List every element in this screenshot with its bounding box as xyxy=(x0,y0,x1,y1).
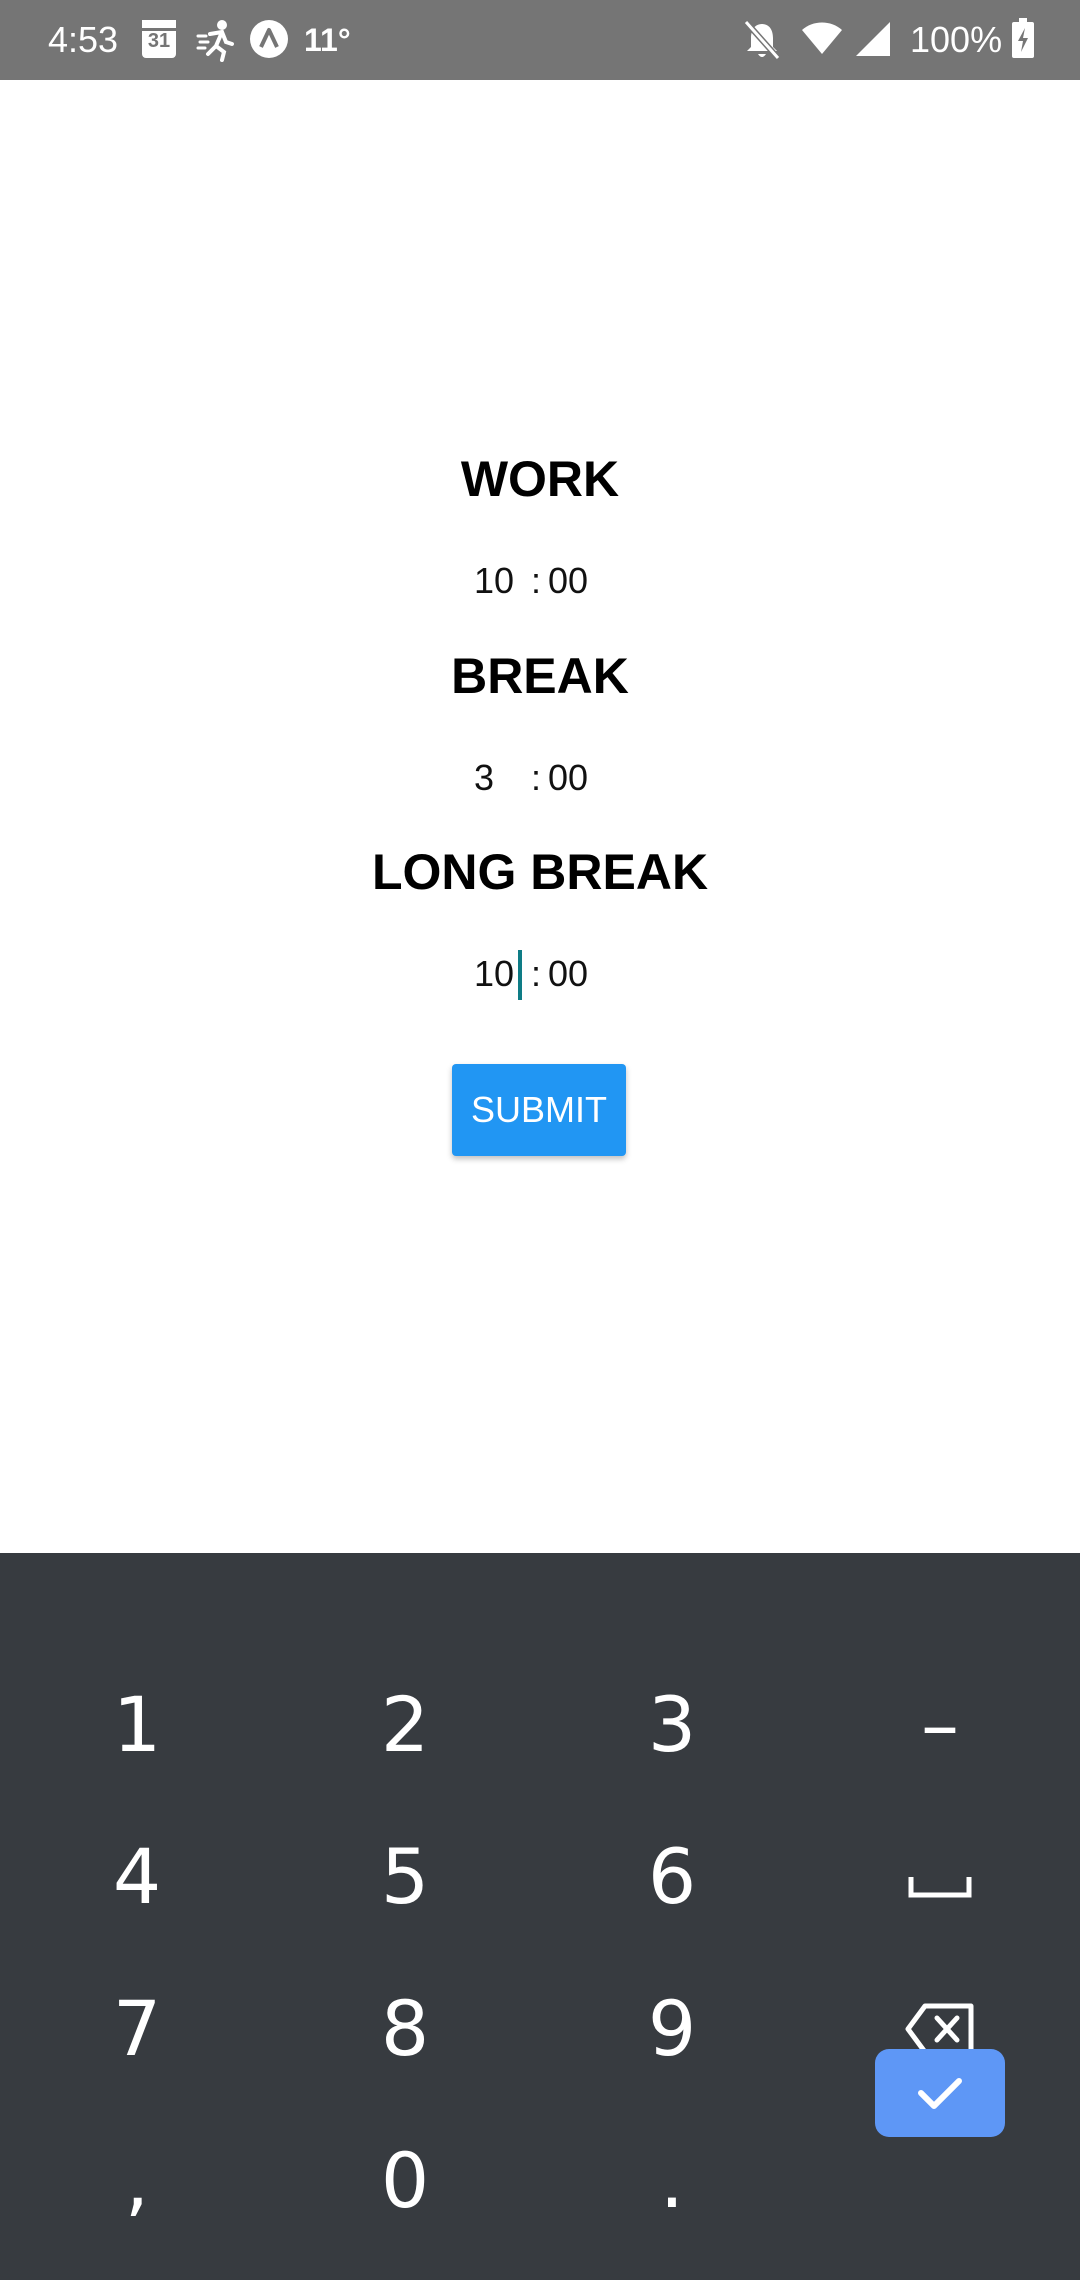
key-8[interactable]: 8 xyxy=(271,1953,539,2105)
long-break-seconds-input[interactable]: 00 xyxy=(548,944,596,1004)
key-1[interactable]: 1 xyxy=(3,1649,271,1801)
break-time-row: 3 : 00 xyxy=(0,748,1080,808)
battery-charging-icon xyxy=(1012,18,1034,58)
key-7[interactable]: 7 xyxy=(3,1953,271,2105)
running-activity-icon xyxy=(196,20,234,62)
key-2[interactable]: 2 xyxy=(271,1649,539,1801)
work-seconds-input[interactable]: 00 xyxy=(548,551,596,611)
key-4[interactable]: 4 xyxy=(3,1801,271,1953)
work-time-separator: : xyxy=(531,560,542,601)
space-key[interactable] xyxy=(806,1801,1074,1953)
status-bar: 4:53 31 11° 100% xyxy=(0,0,1080,80)
break-heading: BREAK xyxy=(451,648,629,704)
timer-settings-form: WORK 10 : 00 BREAK 3 : 00 LONG BREAK 10 … xyxy=(0,80,1080,1553)
break-seconds-input[interactable]: 00 xyxy=(548,748,596,808)
backspace-icon xyxy=(905,2003,974,2055)
key-period[interactable]: . xyxy=(538,2105,806,2257)
numeric-keyboard: 1 2 3 – 4 5 6 7 8 9 , 0 . xyxy=(0,1553,1080,2280)
app-notification-icon xyxy=(250,20,288,58)
key-minus[interactable]: – xyxy=(806,1649,1074,1801)
long-break-time-separator: : xyxy=(531,953,542,994)
key-comma[interactable]: , xyxy=(3,2105,271,2257)
key-9[interactable]: 9 xyxy=(538,1953,806,2105)
calendar-icon: 31 xyxy=(142,20,176,58)
weather-temperature: 11° xyxy=(304,22,351,58)
long-break-time-row: 10 : 00 xyxy=(0,944,1080,1004)
key-5[interactable]: 5 xyxy=(271,1801,539,1953)
submit-button[interactable]: SUBMIT xyxy=(452,1064,626,1156)
wifi-icon xyxy=(802,22,842,54)
notifications-muted-icon xyxy=(743,20,781,60)
key-6[interactable]: 6 xyxy=(538,1801,806,1953)
cell-signal-icon xyxy=(856,22,890,56)
enter-key[interactable] xyxy=(875,2049,1005,2137)
long-break-heading: LONG BREAK xyxy=(371,844,709,900)
space-icon xyxy=(908,1877,972,1898)
break-time-separator: : xyxy=(531,757,542,798)
checkmark-icon xyxy=(918,2078,962,2109)
text-cursor xyxy=(518,950,522,1000)
work-time-row: 10 : 00 xyxy=(0,551,1080,611)
work-heading: WORK xyxy=(460,451,620,507)
key-0[interactable]: 0 xyxy=(271,2105,539,2257)
status-time: 4:53 xyxy=(48,19,119,60)
key-3[interactable]: 3 xyxy=(538,1649,806,1801)
battery-percentage: 100% xyxy=(910,19,1003,60)
